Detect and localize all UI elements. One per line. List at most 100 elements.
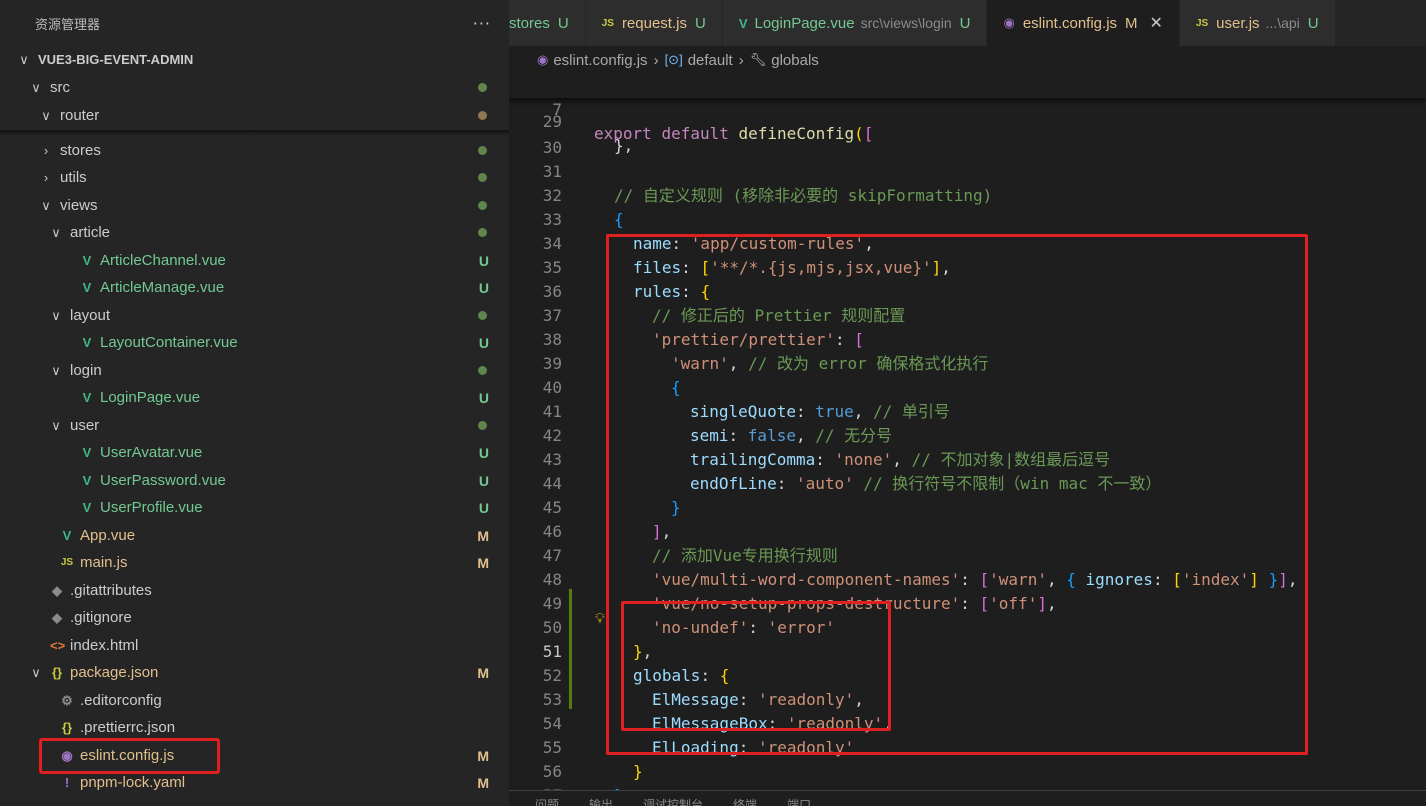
bottom-panel-tabs: 问题 输出 调试控制台 终端 端口 <box>509 790 1426 806</box>
tree-folder[interactable]: › utils <box>0 164 509 191</box>
editor-tab[interactable]: V LoginPage.vue src\views\login U <box>722 0 988 46</box>
tree-item-label: article <box>70 224 111 241</box>
tree-file[interactable]: V UserAvatar.vue U <box>0 439 509 466</box>
tree-item-label: utils <box>60 169 87 186</box>
breadcrumb-globals[interactable]: globals <box>771 52 819 69</box>
yaml-file-icon: ! <box>64 775 70 790</box>
editor-tab[interactable]: stores U <box>509 0 586 46</box>
git-status-dot <box>478 366 487 375</box>
vue-file-icon: V <box>82 473 92 488</box>
tab-git-status: U <box>1307 14 1319 32</box>
lightbulb-icon[interactable]: 💡︎ <box>595 611 605 627</box>
panel-tab[interactable]: 端口 <box>787 791 811 806</box>
chevron-down-icon: ∨ <box>19 51 29 67</box>
git-status-badge: M <box>477 527 489 544</box>
tree-item-label: main.js <box>80 554 128 571</box>
tab-label: stores <box>509 14 550 32</box>
tree-file[interactable]: ◆ .gitignore <box>0 604 509 631</box>
breadcrumb-default[interactable]: default <box>688 52 733 69</box>
panel-tab[interactable]: 输出 <box>589 791 613 806</box>
git-status-badge: U <box>478 334 489 351</box>
tree-item-label: App.vue <box>80 527 136 544</box>
chevron-right-icon: › <box>43 170 49 185</box>
highlight-box-eslint-file <box>39 738 220 774</box>
more-actions-icon[interactable]: ··· <box>473 14 491 33</box>
tree-file[interactable]: V ArticleManage.vue U <box>0 274 509 301</box>
tree-item-label: src <box>50 79 70 96</box>
breadcrumb-file[interactable]: eslint.config.js <box>553 52 647 69</box>
code-line-33[interactable]: 33 name: 'app/custom-rules', <box>509 184 1426 253</box>
tree-folder[interactable]: ∨ article <box>0 219 509 246</box>
git-status-dot <box>478 201 487 210</box>
tree-file[interactable]: V UserProfile.vue U <box>0 494 509 521</box>
tree-item-label: index.html <box>70 637 139 654</box>
tree-file[interactable]: JS main.js M <box>0 549 509 576</box>
tree-folder[interactable]: ∨ VUE3-BIG-EVENT-ADMIN <box>0 46 509 73</box>
tree-file[interactable]: V UserPassword.vue U <box>0 467 509 494</box>
tree-item-label: pnpm-lock.yaml <box>80 774 186 791</box>
tree-file[interactable]: ⚙ .editorconfig <box>0 687 509 714</box>
tree-file[interactable]: V App.vue M <box>0 522 509 549</box>
gear-file-icon: ⚙ <box>61 692 73 708</box>
panel-tab[interactable]: 问题 <box>535 791 559 806</box>
editor-tab[interactable]: JS request.js U <box>585 0 723 46</box>
tree-item-label: package.json <box>70 664 159 681</box>
tree-file[interactable]: ◆ .gitattributes <box>0 577 509 604</box>
code-editor[interactable]: 7 export default defineConfig([ 29 }, 30… <box>509 74 1426 790</box>
tree-file[interactable]: {} .prettierrc.json <box>0 714 509 741</box>
vue-file-icon: V <box>82 390 92 405</box>
vue-file-icon: V <box>82 253 92 268</box>
panel-tab[interactable]: 终端 <box>733 791 757 806</box>
git-change-marker[interactable] <box>569 589 572 709</box>
tree-file[interactable]: <> index.html <box>0 632 509 659</box>
git-status-badge: M <box>477 774 489 791</box>
git-status-badge: M <box>477 554 489 571</box>
tree-file[interactable]: V ArticleChannel.vue U <box>0 247 509 274</box>
tree-folder[interactable]: ∨ layout <box>0 302 509 329</box>
code-line-34[interactable]: 34 files: ['**/*.{js,mjs,jsx,vue}'], <box>509 208 1426 277</box>
code-line-57[interactable]: 57 ] <box>509 760 1426 790</box>
tree-item-label: router <box>60 107 100 124</box>
tree-item-label: layout <box>70 307 111 324</box>
panel-tab[interactable]: 调试控制台 <box>643 791 703 806</box>
tree-file[interactable]: V LoginPage.vue U <box>0 384 509 411</box>
editor-tab[interactable]: ◉ eslint.config.js M ✕ <box>987 0 1180 46</box>
git-status-badge: M <box>477 747 489 764</box>
git-status-badge: U <box>478 499 489 516</box>
tree-file[interactable]: ∨ {} package.json M <box>0 659 509 686</box>
git-status-dot <box>478 111 487 120</box>
tree-item-label: login <box>70 362 102 379</box>
module-symbol-icon: [⊙] <box>664 52 683 67</box>
vue-file-icon: V <box>82 280 92 295</box>
tree-folder[interactable]: ∨ views <box>0 192 509 219</box>
git-status-dot <box>478 83 487 92</box>
tab-description: src\views\login <box>860 15 952 31</box>
tree-folder[interactable]: › stores <box>0 137 509 164</box>
tab-git-status: U <box>557 14 569 32</box>
tree-file[interactable]: V LayoutContainer.vue U <box>0 329 509 356</box>
explorer-header: 资源管理器 ··· <box>0 0 509 46</box>
tree-item-label: views <box>60 197 98 214</box>
git-status-dot <box>478 421 487 430</box>
chevron-down-icon: ∨ <box>51 417 61 433</box>
tree-item-label: ArticleChannel.vue <box>100 252 226 269</box>
tree-item-label: UserProfile.vue <box>100 499 203 516</box>
editor-tab[interactable]: JS user.js ...\api U <box>1179 0 1336 46</box>
vue-file-icon: V <box>82 445 92 460</box>
git-status-badge: U <box>478 444 489 461</box>
close-icon[interactable]: ✕ <box>1150 13 1163 33</box>
git-status-dot <box>478 173 487 182</box>
sticky-scroll-line[interactable]: 7 export default defineConfig([ <box>509 74 1426 143</box>
git-status-dot <box>478 146 487 155</box>
tree-folder[interactable]: ∨ login <box>0 357 509 384</box>
tree-folder[interactable]: ∨ src <box>0 74 509 101</box>
tree-folder[interactable]: ∨ router <box>0 102 509 129</box>
chevron-down-icon: ∨ <box>51 224 61 240</box>
tree-folder[interactable]: ∨ user <box>0 412 509 439</box>
chevron-down-icon: ∨ <box>51 307 61 323</box>
tab-label: request.js <box>621 14 687 32</box>
tree-item-label: VUE3-BIG-EVENT-ADMIN <box>38 52 194 67</box>
code-line-32[interactable]: 32 { <box>509 160 1426 229</box>
git-status-badge: U <box>478 252 489 269</box>
git-status-badge: U <box>478 279 489 296</box>
